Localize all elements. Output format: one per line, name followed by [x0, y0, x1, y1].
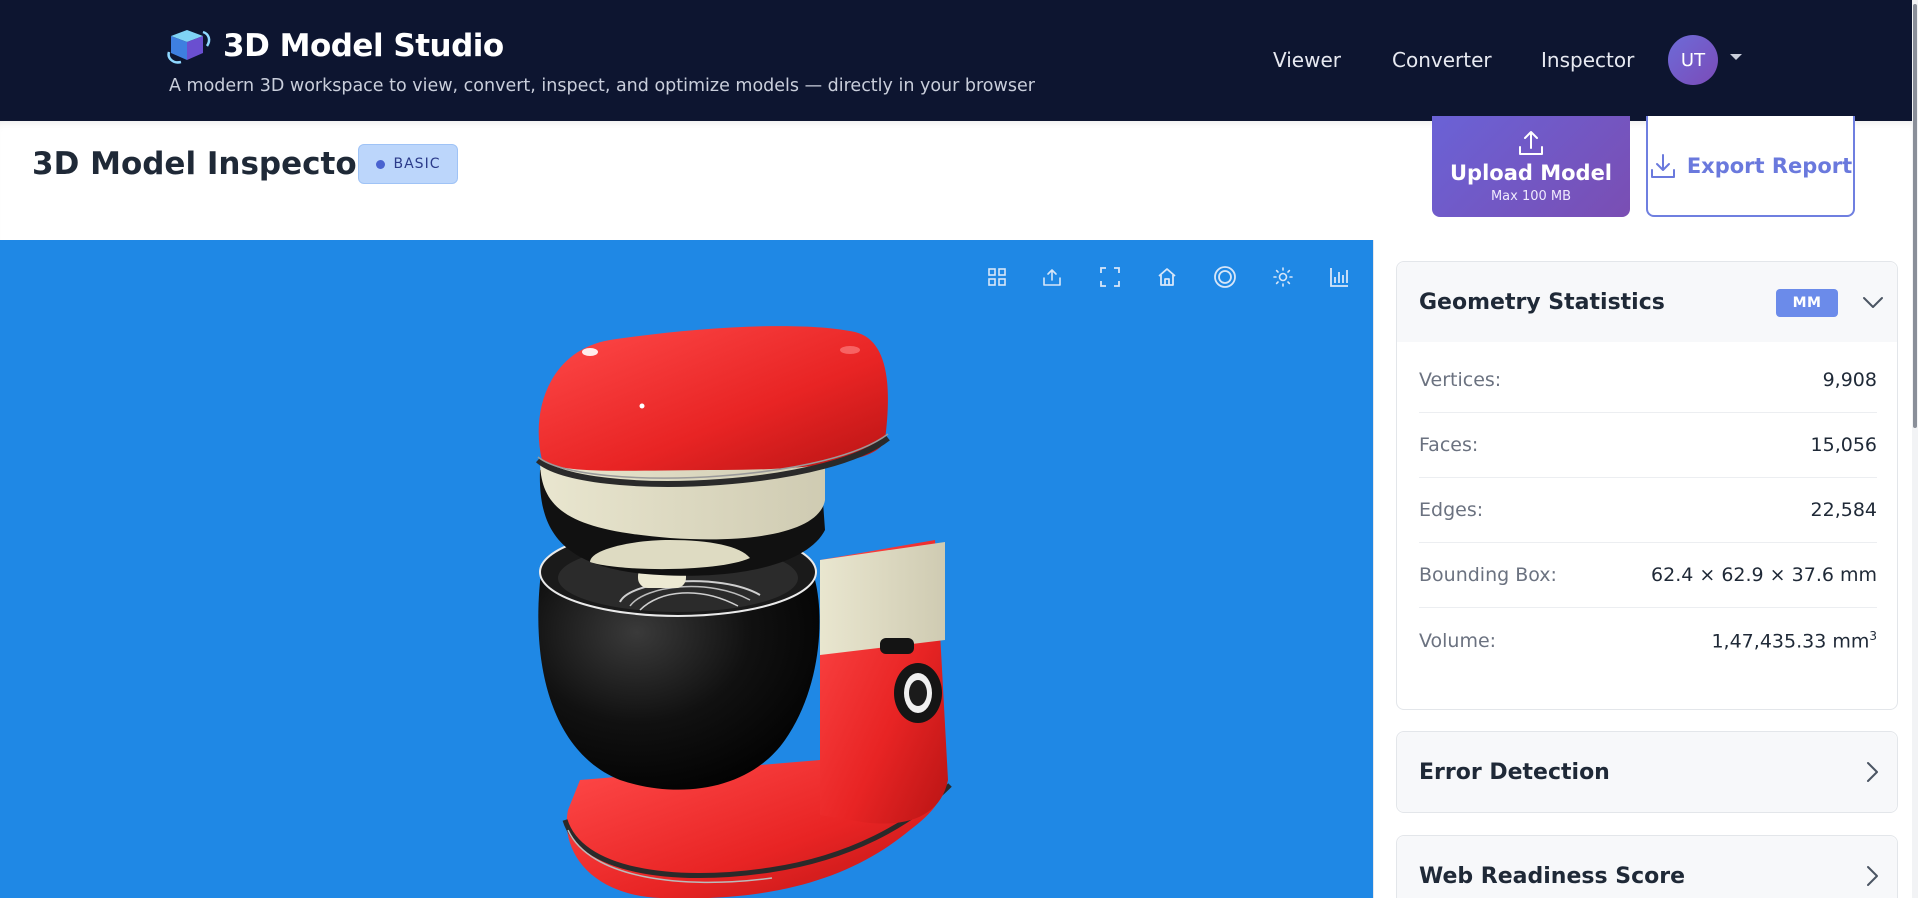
- stat-row-bounding-box: Bounding Box: 62.4 × 62.9 × 37.6 mm: [1419, 543, 1877, 608]
- tagline: A modern 3D workspace to view, convert, …: [169, 76, 1035, 96]
- stat-label: Bounding Box:: [1419, 564, 1557, 586]
- error-detection-title: Error Detection: [1419, 759, 1610, 785]
- stat-row-faces: Faces: 15,056: [1419, 413, 1877, 478]
- plan-badge-label: BASIC: [393, 156, 441, 172]
- model-viewer-canvas[interactable]: [0, 240, 1373, 898]
- lighting-icon[interactable]: [1266, 260, 1300, 294]
- geometry-stat-list: Vertices: 9,908 Faces: 15,056 Edges: 22,…: [1397, 342, 1897, 673]
- grid-icon[interactable]: [980, 260, 1014, 294]
- web-readiness-header[interactable]: Web Readiness Score: [1397, 836, 1897, 898]
- upload-size-limit: Max 100 MB: [1490, 189, 1572, 204]
- cube-logo-icon: [167, 30, 211, 64]
- stat-value: 62.4 × 62.9 × 37.6 mm: [1651, 564, 1877, 586]
- stat-value: 1,47,435.33 mm3: [1711, 629, 1877, 652]
- plan-badge: BASIC: [358, 144, 458, 184]
- caret-down-icon[interactable]: [1730, 54, 1742, 60]
- stat-row-volume: Volume: 1,47,435.33 mm3: [1419, 608, 1877, 673]
- chevron-right-icon[interactable]: [1860, 759, 1886, 785]
- nav-inspector[interactable]: Inspector: [1541, 48, 1634, 72]
- stat-row-edges: Edges: 22,584: [1419, 478, 1877, 543]
- volume-value: 1,47,435.33 mm: [1711, 630, 1870, 653]
- chevron-right-icon[interactable]: [1860, 863, 1886, 889]
- status-dot-icon: [375, 159, 385, 169]
- volume-exponent: 3: [1869, 628, 1877, 643]
- web-readiness-card[interactable]: Web Readiness Score: [1396, 835, 1898, 898]
- stat-label: Edges:: [1419, 499, 1484, 521]
- target-icon[interactable]: [1208, 260, 1242, 294]
- brand-name: 3D Model Studio: [223, 28, 504, 64]
- stat-value: 15,056: [1810, 434, 1877, 456]
- stat-label: Vertices:: [1419, 369, 1502, 391]
- brand[interactable]: 3D Model Studio: [167, 26, 504, 66]
- stand-mixer-model[interactable]: [520, 310, 990, 898]
- nav-converter[interactable]: Converter: [1392, 48, 1492, 72]
- web-readiness-title: Web Readiness Score: [1419, 863, 1686, 889]
- unit-badge[interactable]: MM: [1776, 289, 1838, 317]
- chart-icon[interactable]: [1322, 260, 1356, 294]
- upload-icon: [1519, 131, 1543, 155]
- error-detection-header[interactable]: Error Detection: [1397, 732, 1897, 812]
- upload-model-label: Upload Model: [1449, 161, 1613, 185]
- download-icon: [1650, 153, 1675, 178]
- nav-viewer[interactable]: Viewer: [1273, 48, 1341, 72]
- stat-label: Volume:: [1419, 629, 1497, 652]
- geometry-statistics-title: Geometry Statistics: [1419, 289, 1665, 315]
- stat-label: Faces:: [1419, 434, 1479, 456]
- chevron-down-icon[interactable]: [1860, 290, 1886, 316]
- export-report-button[interactable]: Export Report: [1646, 116, 1855, 217]
- home-icon[interactable]: [1150, 260, 1184, 294]
- stat-value: 9,908: [1822, 369, 1877, 391]
- error-detection-card[interactable]: Error Detection: [1396, 731, 1898, 813]
- stat-row-vertices: Vertices: 9,908: [1419, 348, 1877, 413]
- geometry-statistics-header[interactable]: Geometry Statistics MM: [1397, 262, 1897, 342]
- geometry-statistics-card: Geometry Statistics MM Vertices: 9,908 F…: [1396, 261, 1898, 710]
- stat-value: 22,584: [1810, 499, 1877, 521]
- fullscreen-icon[interactable]: [1093, 260, 1127, 294]
- user-avatar[interactable]: UT: [1668, 35, 1718, 85]
- export-report-label: Export Report: [1686, 153, 1853, 178]
- page-scrollbar-thumb[interactable]: [1913, 4, 1917, 428]
- page-title: 3D Model Inspector: [32, 146, 372, 182]
- upload-model-button[interactable]: Upload Model Max 100 MB: [1432, 116, 1630, 217]
- upload-view-icon[interactable]: [1035, 260, 1069, 294]
